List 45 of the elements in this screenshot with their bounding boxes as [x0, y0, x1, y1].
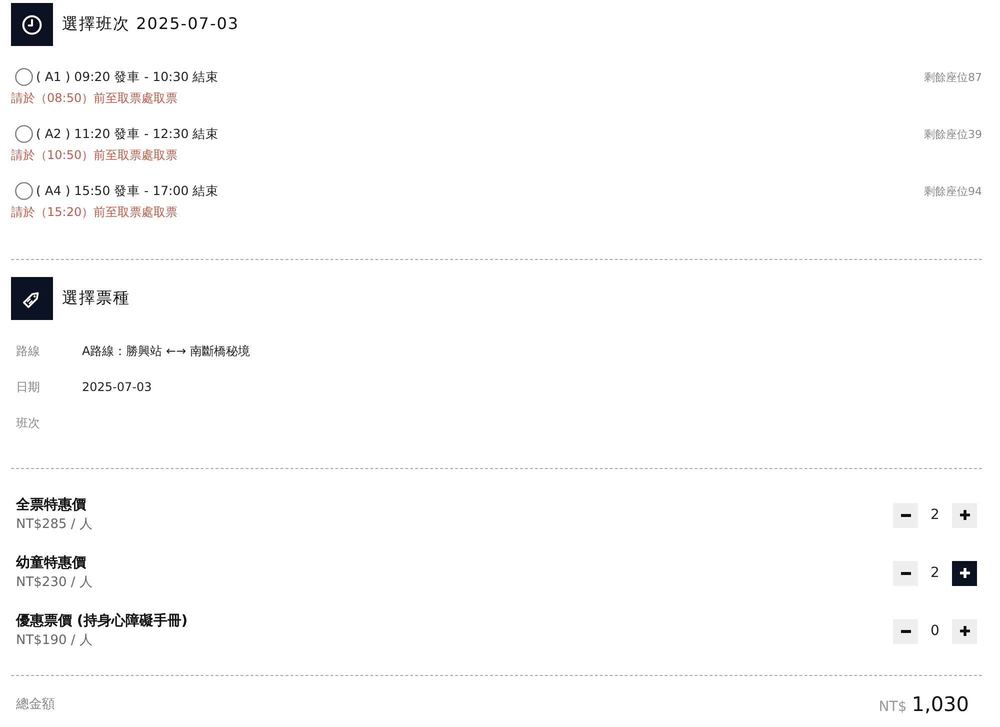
- clock-icon: [11, 3, 53, 46]
- ticket-name: 全票特惠價: [16, 496, 86, 515]
- ticket-price: NT$285 / 人: [16, 516, 92, 534]
- pickup-note: 請於（08:50）前至取票處取票: [11, 90, 178, 107]
- decrease-button[interactable]: [893, 502, 918, 528]
- section-title: 選擇班次 2025-07-03: [62, 14, 240, 35]
- pickup-note: 請於（10:50）前至取票處取票: [11, 147, 178, 164]
- increase-button[interactable]: [952, 502, 977, 528]
- quantity-value: 0: [930, 623, 940, 639]
- radio-button[interactable]: [15, 68, 33, 86]
- section-title: 選擇票種: [62, 288, 130, 309]
- tag-icon: [11, 277, 53, 320]
- minus-icon: [900, 630, 910, 632]
- seats-remaining: 剩餘座位39: [924, 126, 982, 142]
- detail-value: 2025-07-03: [82, 380, 152, 394]
- seats-remaining: 剩餘座位94: [924, 184, 982, 198]
- minus-icon: [900, 572, 910, 574]
- minus-icon: [900, 514, 910, 516]
- trip-time: ( A4 ) 15:50 發車 - 17:00 結束: [36, 182, 219, 200]
- decrease-button[interactable]: [893, 560, 918, 586]
- total-label: 總金額: [16, 696, 55, 713]
- ticket-name: 優惠票價 (持身心障礙手冊): [16, 612, 188, 631]
- quantity-value: 2: [930, 507, 940, 523]
- radio-button[interactable]: [15, 125, 33, 143]
- pickup-note: 請於（15:20）前至取票處取票: [11, 204, 178, 221]
- trip-time: ( A2 ) 11:20 發車 - 12:30 結束: [36, 126, 219, 142]
- detail-label: 日期: [16, 378, 41, 396]
- detail-label: 班次: [16, 414, 41, 432]
- currency-label: NT$: [878, 699, 907, 715]
- plus-icon: [960, 510, 970, 520]
- detail-label: 路線: [16, 342, 41, 360]
- decrease-button[interactable]: [893, 618, 918, 644]
- increase-button[interactable]: [952, 560, 977, 586]
- ticket-price: NT$230 / 人: [16, 574, 92, 592]
- radio-button[interactable]: [15, 182, 33, 200]
- trip-time: ( A1 ) 09:20 發車 - 10:30 結束: [36, 68, 219, 86]
- quantity-value: 2: [930, 565, 940, 581]
- ticket-price: NT$190 / 人: [16, 632, 92, 650]
- plus-icon: [960, 626, 970, 636]
- detail-value: A路線：勝興站 ←→ 南斷橋秘境: [82, 342, 250, 360]
- ticket-name: 幼童特惠價: [16, 554, 86, 573]
- seats-remaining: 剩餘座位87: [924, 70, 982, 84]
- plus-icon: [960, 568, 970, 578]
- increase-button[interactable]: [952, 618, 977, 644]
- total-amount: 1,030: [912, 692, 969, 716]
